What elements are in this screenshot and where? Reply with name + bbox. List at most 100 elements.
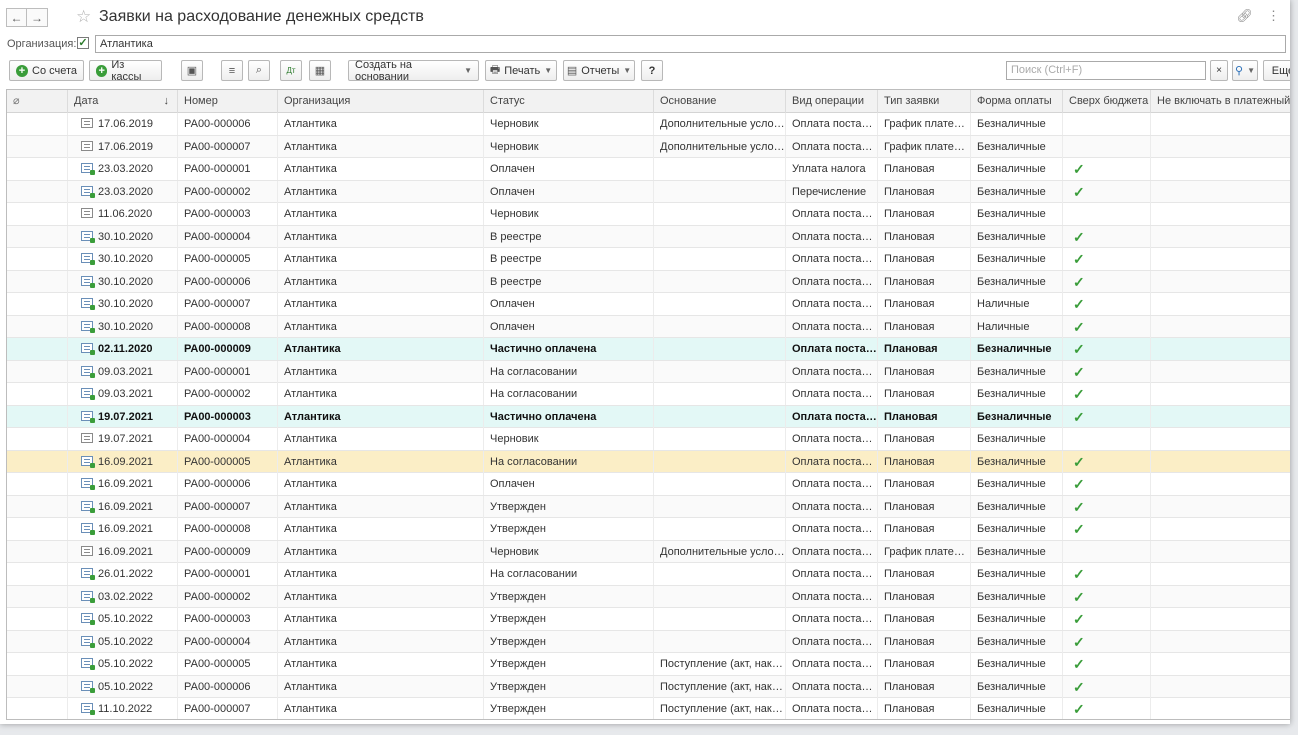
list-button[interactable]: ≡ <box>221 60 243 81</box>
paperclip-icon: ⌀ <box>13 95 20 107</box>
table-row[interactable]: 11.10.2022 РА00-000007 Атлантика Утвержден П… <box>7 698 1290 719</box>
org-filter-input[interactable]: Атлантика <box>95 35 1286 53</box>
cell-attachment <box>7 451 67 473</box>
cell-request-type: График платежей <box>877 540 970 563</box>
table-row[interactable]: 19.07.2021 РА00-000003 Атлантика Частично о… <box>7 405 1290 428</box>
column-header-date[interactable]: Дата ↓ <box>67 90 177 113</box>
date-text: 05.10.2022 <box>98 635 154 648</box>
table-row[interactable]: 16.09.2021 РА00-000005 Атлантика На согласо… <box>7 450 1290 473</box>
cell-organization: Атлантика <box>277 338 483 360</box>
org-filter-checkbox[interactable]: ✓ <box>77 37 89 49</box>
from-cash-button[interactable]: + Из кассы <box>89 59 162 83</box>
posted-document-icon <box>81 410 95 423</box>
create-based-button[interactable]: Создать на основании ▼ <box>348 59 479 83</box>
table-row[interactable]: 30.10.2020 РА00-000005 Атлантика В реестре О… <box>7 248 1290 271</box>
search-icon: ⚲ <box>1235 65 1244 77</box>
structure-button[interactable]: ▦ <box>309 60 331 81</box>
date-text: 23.03.2020 <box>98 163 154 175</box>
column-header-over-budget[interactable]: Сверх бюджета <box>1062 90 1150 113</box>
table-row[interactable]: 17.06.2019 РА00-000007 Атлантика Черновик До… <box>7 135 1290 158</box>
back-button[interactable]: ← <box>6 8 27 27</box>
table-row[interactable]: 05.10.2022 РА00-000005 Атлантика Утвержден П… <box>7 653 1290 676</box>
table-row[interactable]: 19.07.2021 РА00-000004 Атлантика Черновик Оп… <box>7 428 1290 451</box>
column-header-number[interactable]: Номер <box>177 90 277 113</box>
table-row[interactable]: 17.06.2019 РА00-000006 Атлантика Черновик До… <box>7 113 1290 136</box>
table-row[interactable]: 30.10.2020 РА00-000006 Атлантика В реестре О… <box>7 270 1290 293</box>
table-row[interactable]: 23.03.2020 РА00-000002 Атлантика Оплачен Пер… <box>7 180 1290 203</box>
nav-buttons: ← → <box>6 8 48 27</box>
cell-status: Черновик <box>483 113 653 135</box>
check-icon: ✓ <box>1073 588 1085 605</box>
table-row[interactable]: 16.09.2021 РА00-000009 Атлантика Черновик До… <box>7 540 1290 563</box>
cell-attachment <box>7 608 67 630</box>
table-row[interactable]: 11.06.2020 РА00-000003 Атлантика Черновик Оп… <box>7 203 1290 226</box>
table-row[interactable]: 16.09.2021 РА00-000008 Атлантика Утвержден О… <box>7 518 1290 541</box>
table-row[interactable]: 16.09.2021 РА00-000006 Атлантика Оплачен Опл… <box>7 473 1290 496</box>
cell-request-type: График платежей <box>877 113 970 135</box>
column-header-exclude-from-payment[interactable]: Не включать в платежный ка <box>1150 90 1290 113</box>
cell-operation-type: Оплата поставщику <box>785 315 877 338</box>
table-row[interactable]: 05.10.2022 РА00-000004 Атлантика Утвержден О… <box>7 630 1290 653</box>
posted-document-icon <box>81 365 95 378</box>
favorite-star-icon[interactable]: ☆ <box>76 7 91 27</box>
cell-attachment <box>7 361 67 383</box>
search-input[interactable]: Поиск (Ctrl+F) <box>1006 61 1206 80</box>
column-header-organization[interactable]: Организация <box>277 90 483 113</box>
from-account-button[interactable]: + Со счета <box>9 60 84 81</box>
cell-attachment <box>7 338 67 360</box>
column-header-label: Организация <box>284 95 351 107</box>
reports-button[interactable]: ▤ Отчеты ▼ <box>563 60 635 81</box>
table-row[interactable]: 26.01.2022 РА00-000001 Атлантика На согласо… <box>7 563 1290 586</box>
list-icon: ≡ <box>228 64 236 77</box>
cell-number: РА00-000008 <box>177 518 277 540</box>
cell-organization: Атлантика <box>277 428 483 450</box>
cell-attachment <box>7 383 67 405</box>
column-header-request-type[interactable]: Тип заявки <box>877 90 970 113</box>
table-row[interactable]: 09.03.2021 РА00-000002 Атлантика На согласо… <box>7 383 1290 406</box>
table-row[interactable]: 09.03.2021 РА00-000001 Атлантика На согласо… <box>7 360 1290 383</box>
table-row[interactable]: 30.10.2020 РА00-000008 Атлантика Оплачен Опл… <box>7 315 1290 338</box>
cell-status: Оплачен <box>483 315 653 338</box>
table-row[interactable]: 03.02.2022 РА00-000002 Атлантика Утвержден О… <box>7 585 1290 608</box>
more-button[interactable]: Еще <box>1263 60 1290 81</box>
cell-organization: Атлантика <box>277 563 483 585</box>
cell-status: На согласовании <box>483 383 653 405</box>
column-header-payment-form[interactable]: Форма оплаты <box>970 90 1062 113</box>
column-header-label: Основание <box>660 95 717 107</box>
search-button[interactable]: ⚲ ▼ <box>1232 60 1258 81</box>
table-row[interactable]: 23.03.2020 РА00-000001 Атлантика Оплачен Упл… <box>7 158 1290 181</box>
cell-request-type: Плановая <box>877 653 970 675</box>
dt-kt-button[interactable]: Дт <box>280 60 302 81</box>
table-row[interactable]: 05.10.2022 РА00-000006 Атлантика Утвержден П… <box>7 675 1290 698</box>
cell-request-type: Плановая <box>877 630 970 653</box>
posted-document-icon <box>81 253 95 265</box>
posted-document-icon <box>81 163 95 175</box>
table-row[interactable]: 30.10.2020 РА00-000007 Атлантика Оплачен Опл… <box>7 293 1290 316</box>
column-header-status[interactable]: Статус <box>483 90 653 113</box>
cell-status: Черновик <box>483 428 653 450</box>
table-row[interactable]: 16.09.2021 РА00-000007 Атлантика Утвержден О… <box>7 495 1290 518</box>
cell-number: РА00-000007 <box>177 135 277 158</box>
copy-button[interactable]: ▣ <box>181 60 203 81</box>
column-header-operation-type[interactable]: Вид операции <box>785 90 877 113</box>
cell-attachment <box>7 518 67 540</box>
attach-button[interactable]: ⌕ <box>248 60 270 81</box>
table-row[interactable]: 30.10.2020 РА00-000004 Атлантика В реестре О… <box>7 225 1290 248</box>
cell-request-type: Плановая <box>877 293 970 315</box>
cell-payment-form: Безналичные <box>970 383 1062 405</box>
clear-search-button[interactable]: × <box>1210 60 1228 81</box>
table-row[interactable]: 02.11.2020 РА00-000009 Атлантика Частично о… <box>7 338 1290 361</box>
column-header-basis[interactable]: Основание <box>653 90 785 113</box>
column-header-attachment[interactable]: ⌀ <box>7 90 67 113</box>
more-menu-icon[interactable]: ⋮ <box>1267 8 1280 24</box>
posted-document-icon <box>81 275 95 288</box>
link-icon[interactable]: 🔗︎ <box>1236 8 1253 24</box>
help-button[interactable]: ? <box>641 60 663 81</box>
cell-payment-form: Безналичные <box>970 158 1062 180</box>
date-text: 23.03.2020 <box>98 185 154 198</box>
table-row[interactable]: 05.10.2022 РА00-000003 Атлантика Утвержден О… <box>7 608 1290 631</box>
print-button[interactable]: 🖶 Печать ▼ <box>485 60 557 81</box>
forward-button[interactable]: → <box>27 8 48 27</box>
cell-payment-form: Наличные <box>970 315 1062 338</box>
cell-date: 23.03.2020 <box>67 158 177 180</box>
